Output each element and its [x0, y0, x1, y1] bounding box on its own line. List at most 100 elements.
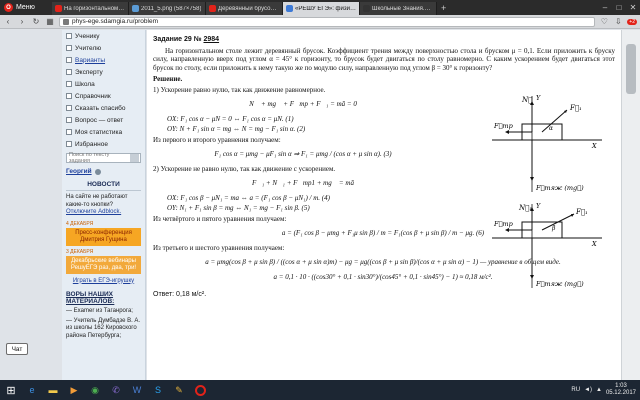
- windows-start-icon[interactable]: ⊞: [2, 382, 20, 398]
- clock-time: 1:03: [615, 383, 627, 389]
- arrowhead-icon: [505, 130, 509, 134]
- browser-menu-button[interactable]: O Меню: [0, 0, 52, 15]
- sidebar-search-input[interactable]: Поиск по тексту задания: [66, 152, 141, 164]
- chat-button[interactable]: Чат: [6, 343, 28, 355]
- news-date: 4 ДЕКАБРЯ: [66, 220, 94, 227]
- download-icon[interactable]: ⇩: [613, 17, 623, 27]
- tab-favicon-icon: [209, 5, 216, 12]
- tab-favicon-icon: [286, 5, 293, 12]
- sidebar-item-student[interactable]: Ученику: [62, 30, 145, 42]
- materials-heading: ВОРЫ НАШИХ МАТЕРИАЛОВ:: [66, 291, 115, 305]
- opera-logo-icon: O: [4, 3, 13, 12]
- news-heading: НОВОСТИ: [66, 181, 141, 191]
- search-icon[interactable]: [130, 154, 139, 162]
- skype-icon[interactable]: S: [149, 382, 167, 398]
- play-game-link[interactable]: Играть в ЕГЭ-игрушку: [73, 278, 134, 284]
- force-diagram-1: N⃗ F⃗₁ α F⃗тр X Y F⃗тяж (mg⃗): [492, 94, 602, 192]
- file-explorer-icon[interactable]: ▬: [44, 382, 62, 398]
- sidebar-item-stats[interactable]: Моя статистика: [62, 126, 145, 138]
- play-game-link-wrap: Играть в ЕГЭ-игрушку: [62, 277, 145, 287]
- back-arrow-icon[interactable]: ‹: [3, 17, 13, 27]
- user-icon[interactable]: [94, 168, 101, 175]
- language-indicator[interactable]: RU: [571, 387, 580, 393]
- force-diagram-2: N⃗₁ F⃗₁ β F⃗тр X Y F⃗тяж (mg⃗): [492, 202, 602, 288]
- maximize-icon[interactable]: □: [612, 3, 626, 12]
- sidebar-item-expert[interactable]: Эксперту: [62, 66, 145, 78]
- adblock-link[interactable]: Отключите Adblock.: [66, 209, 121, 215]
- arrowhead-icon: [530, 177, 534, 181]
- checkbox-icon: [66, 105, 72, 111]
- tab-3[interactable]: Деревянный брусок лежи: [206, 2, 283, 15]
- sidebar-item-reference[interactable]: Справочник: [62, 90, 145, 102]
- solution-title: Решение.: [153, 75, 183, 83]
- solution-part1: Решение. 1) Ускорение равно нулю, так ка…: [153, 75, 453, 223]
- close-icon[interactable]: ✕: [626, 3, 640, 12]
- label-gravity: F⃗тяж (mg⃗): [535, 280, 584, 288]
- adblock-notice: На сайте не работают какие-то кнопки? От…: [62, 193, 145, 218]
- news-banner-link[interactable]: Пресс-конференция Дмитрия Гущина: [66, 227, 141, 246]
- label-y: Y: [536, 202, 541, 210]
- internet-explorer-icon[interactable]: e: [23, 382, 41, 398]
- equation-newton1: N⃗ + mg⃗ + F⃗тр + F⃗₁ = mā = 0: [249, 100, 357, 108]
- speed-dial-icon[interactable]: ▦: [45, 17, 55, 27]
- equation-oy1: OY: N + F₁ sin α = mg ⇔ N = mg − F₁ sin …: [167, 125, 306, 133]
- news-banner-link[interactable]: Декабрьские вебинары РешуЕГЭ раз, два, т…: [66, 255, 141, 274]
- window-controls: – □ ✕: [598, 3, 640, 12]
- checkbox-icon: [66, 117, 72, 123]
- scrollbar-thumb[interactable]: [626, 44, 636, 94]
- tab-4-active[interactable]: «РЕШУ ЕГЭ»: физика. ЕГЭ: [283, 2, 360, 15]
- forward-arrow-icon[interactable]: ›: [17, 17, 27, 27]
- equation-oy2: OY: N₁ + F₁ sin β = mg ⇔ N₁ = mg − F₁ si…: [167, 204, 310, 212]
- applied-force-arrow: [541, 109, 568, 133]
- volume-icon[interactable]: ◄): [584, 387, 592, 393]
- tab-label: «РЕШУ ЕГЭ»: физика. ЕГЭ: [295, 5, 356, 12]
- media-player-icon[interactable]: ▶: [65, 382, 83, 398]
- browser-menu-label: Меню: [16, 4, 35, 11]
- tab-label: Школьные Знания.com: [372, 5, 433, 12]
- answer-text: Ответ: 0,18 м/с².: [153, 291, 207, 298]
- sidebar-item-variants[interactable]: Варианты: [62, 54, 145, 66]
- checkbox-icon: [66, 93, 72, 99]
- notification-badge[interactable]: +2: [627, 18, 637, 25]
- chrome-icon[interactable]: ◉: [86, 382, 104, 398]
- minimize-icon[interactable]: –: [598, 3, 612, 12]
- label-normal: N⃗₁: [518, 204, 532, 212]
- sidebar-item-qa[interactable]: Вопрос — ответ: [62, 114, 145, 126]
- solution-step2: 2) Ускорение не равно нулю, так как движ…: [153, 164, 336, 173]
- viber-icon[interactable]: ✆: [107, 382, 125, 398]
- tab-2[interactable]: 2011_5.png (587×758): [129, 2, 206, 15]
- tab-1[interactable]: На горизонтальном столе: [52, 2, 129, 15]
- sidebar-item-thanks[interactable]: Сказать спасибо: [62, 102, 145, 114]
- paint-icon[interactable]: ✎: [170, 382, 188, 398]
- bookmark-heart-icon[interactable]: ♡: [599, 17, 609, 27]
- sidebar-item-school[interactable]: Школа: [62, 78, 145, 90]
- materials-item: — Учитель Думбадзе В. А. из школы 162 Ки…: [66, 317, 141, 339]
- lock-icon: [63, 18, 69, 25]
- url-input[interactable]: phys-ege.sdamgia.ru/problem: [59, 16, 596, 27]
- user-name-link[interactable]: Георгий: [66, 168, 92, 175]
- reload-icon[interactable]: ↻: [31, 17, 41, 27]
- label-friction: F⃗тр: [493, 122, 514, 130]
- equation-ox2: OX: F₁ cos β − μN₁ = ma ⇔ a = (F₁ cos β …: [167, 193, 330, 202]
- tab-5[interactable]: Школьные Знания.com: [360, 2, 437, 15]
- solution-text-from45: Из четвёртого и пятого уравнения получае…: [153, 214, 287, 223]
- sidebar-item-favorites[interactable]: Избранное: [62, 138, 145, 150]
- opera-taskbar-icon[interactable]: [191, 382, 209, 398]
- label-gravity: F⃗тяж (mg⃗): [535, 184, 584, 192]
- tab-favicon-icon: [55, 5, 62, 12]
- news-item: 3 ДЕКАБРЯ Декабрьские вебинары РешуЕГЭ р…: [66, 249, 141, 274]
- user-block: Георгий: [62, 166, 145, 177]
- sidebar-item-teacher[interactable]: Учителю: [62, 42, 145, 54]
- clock[interactable]: 1:03 05.12.2017: [606, 383, 636, 397]
- network-icon[interactable]: ▲: [596, 387, 602, 393]
- tab-label: На горизонтальном столе: [64, 5, 125, 12]
- word-icon[interactable]: W: [128, 382, 146, 398]
- label-angle: α: [549, 125, 553, 132]
- task-heading: Задание 29 № 2984: [153, 36, 613, 45]
- label-force: F⃗₁: [575, 208, 588, 216]
- label-force: F⃗₁: [569, 104, 582, 112]
- page-scrollbar[interactable]: [621, 30, 640, 380]
- label-x: X: [591, 142, 597, 150]
- new-tab-button[interactable]: +: [437, 3, 450, 13]
- task-number-link[interactable]: 2984: [203, 36, 219, 43]
